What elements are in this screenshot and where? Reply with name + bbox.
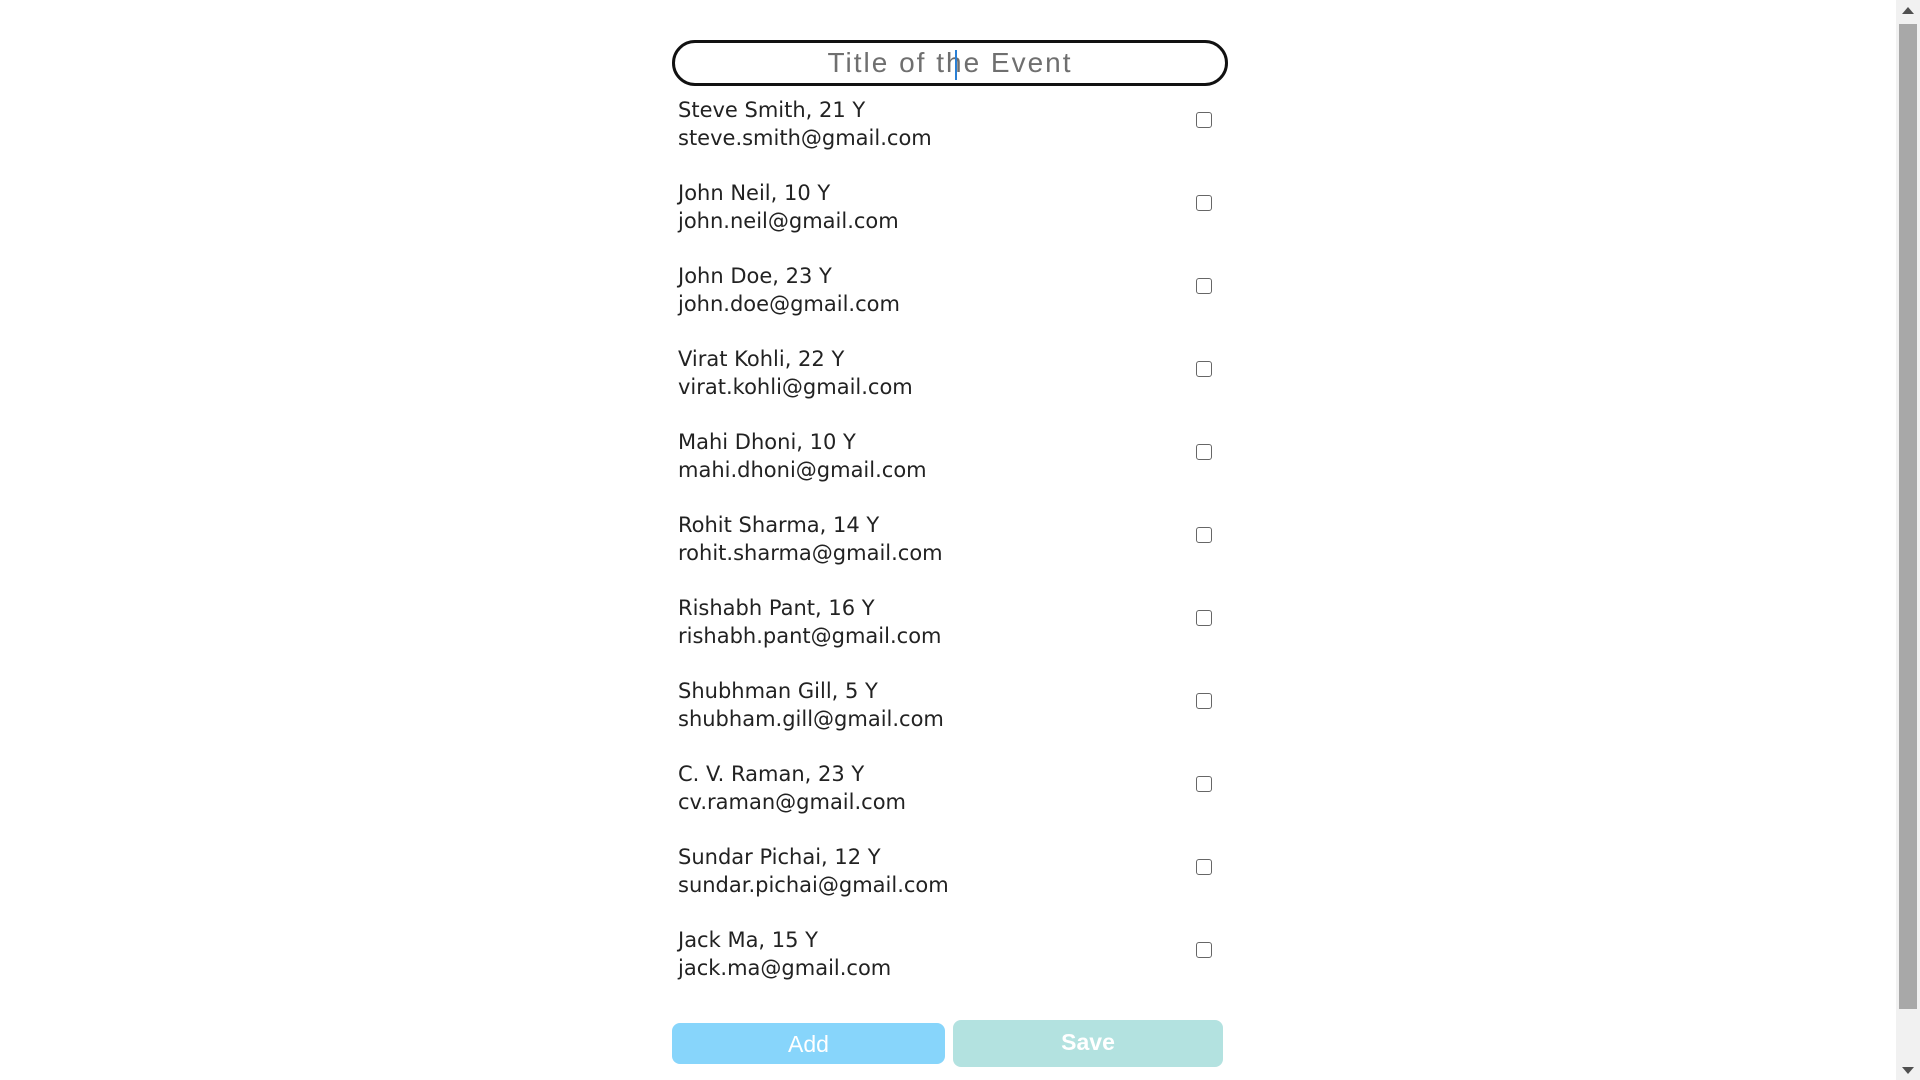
list-item: Rohit Sharma, 14 Y rohit.sharma@gmail.co… (670, 511, 1230, 594)
select-checkbox[interactable] (1196, 278, 1212, 294)
select-checkbox[interactable] (1196, 610, 1212, 626)
list-item: Mahi Dhoni, 10 Y mahi.dhoni@gmail.com (670, 428, 1230, 511)
list-item: John Doe, 23 Y john.doe@gmail.com (670, 262, 1230, 345)
list-item: Steve Smith, 21 Y steve.smith@gmail.com (670, 96, 1230, 179)
select-checkbox[interactable] (1196, 527, 1212, 543)
person-name: Rishabh Pant, 16 Y (678, 596, 875, 620)
select-checkbox[interactable] (1196, 776, 1212, 792)
list-item: Sundar Pichai, 12 Y sundar.pichai@gmail.… (670, 843, 1230, 926)
person-email: shubham.gill@gmail.com (678, 707, 944, 731)
title-field-wrapper (672, 40, 1228, 86)
person-email: virat.kohli@gmail.com (678, 375, 913, 399)
person-email: john.neil@gmail.com (678, 209, 899, 233)
person-name: Steve Smith, 21 Y (678, 98, 866, 122)
attendee-list: Steve Smith, 21 Y steve.smith@gmail.com … (670, 96, 1230, 1009)
person-email: steve.smith@gmail.com (678, 126, 932, 150)
person-name: Mahi Dhoni, 10 Y (678, 430, 856, 454)
person-email: jack.ma@gmail.com (678, 956, 892, 980)
add-button[interactable]: Add (672, 1023, 945, 1064)
save-button[interactable]: Save (953, 1020, 1223, 1067)
action-buttons: Add Save (670, 1020, 1230, 1070)
person-email: mahi.dhoni@gmail.com (678, 458, 927, 482)
person-email: cv.raman@gmail.com (678, 790, 907, 814)
person-name: Virat Kohli, 22 Y (678, 347, 845, 371)
vertical-scrollbar[interactable] (1896, 0, 1920, 1080)
person-name: C. V. Raman, 23 Y (678, 762, 865, 786)
scrollbar-thumb[interactable] (1899, 24, 1917, 1009)
select-checkbox[interactable] (1196, 361, 1212, 377)
person-name: John Neil, 10 Y (678, 181, 831, 205)
select-checkbox[interactable] (1196, 942, 1212, 958)
list-item: Virat Kohli, 22 Y virat.kohli@gmail.com (670, 345, 1230, 428)
person-email: sundar.pichai@gmail.com (678, 873, 949, 897)
scroll-up-arrow-icon[interactable] (1902, 7, 1914, 14)
select-checkbox[interactable] (1196, 859, 1212, 875)
list-item: Jack Ma, 15 Y jack.ma@gmail.com (670, 926, 1230, 1009)
select-checkbox[interactable] (1196, 693, 1212, 709)
list-item: Shubhman Gill, 5 Y shubham.gill@gmail.co… (670, 677, 1230, 760)
person-email: john.doe@gmail.com (678, 292, 900, 316)
person-email: rohit.sharma@gmail.com (678, 541, 943, 565)
select-checkbox[interactable] (1196, 195, 1212, 211)
person-email: rishabh.pant@gmail.com (678, 624, 942, 648)
person-name: Jack Ma, 15 Y (678, 928, 819, 952)
scroll-down-arrow-icon[interactable] (1902, 1067, 1914, 1074)
page: Steve Smith, 21 Y steve.smith@gmail.com … (0, 0, 1920, 1080)
select-checkbox[interactable] (1196, 112, 1212, 128)
select-checkbox[interactable] (1196, 444, 1212, 460)
event-form: Steve Smith, 21 Y steve.smith@gmail.com … (670, 40, 1230, 1067)
list-item: Rishabh Pant, 16 Y rishabh.pant@gmail.co… (670, 594, 1230, 677)
text-caret (955, 50, 957, 80)
person-name: Shubhman Gill, 5 Y (678, 679, 878, 703)
person-name: Sundar Pichai, 12 Y (678, 845, 881, 869)
event-title-input[interactable] (675, 43, 1225, 83)
list-item: John Neil, 10 Y john.neil@gmail.com (670, 179, 1230, 262)
person-name: John Doe, 23 Y (678, 264, 832, 288)
list-item: C. V. Raman, 23 Y cv.raman@gmail.com (670, 760, 1230, 843)
person-name: Rohit Sharma, 14 Y (678, 513, 880, 537)
